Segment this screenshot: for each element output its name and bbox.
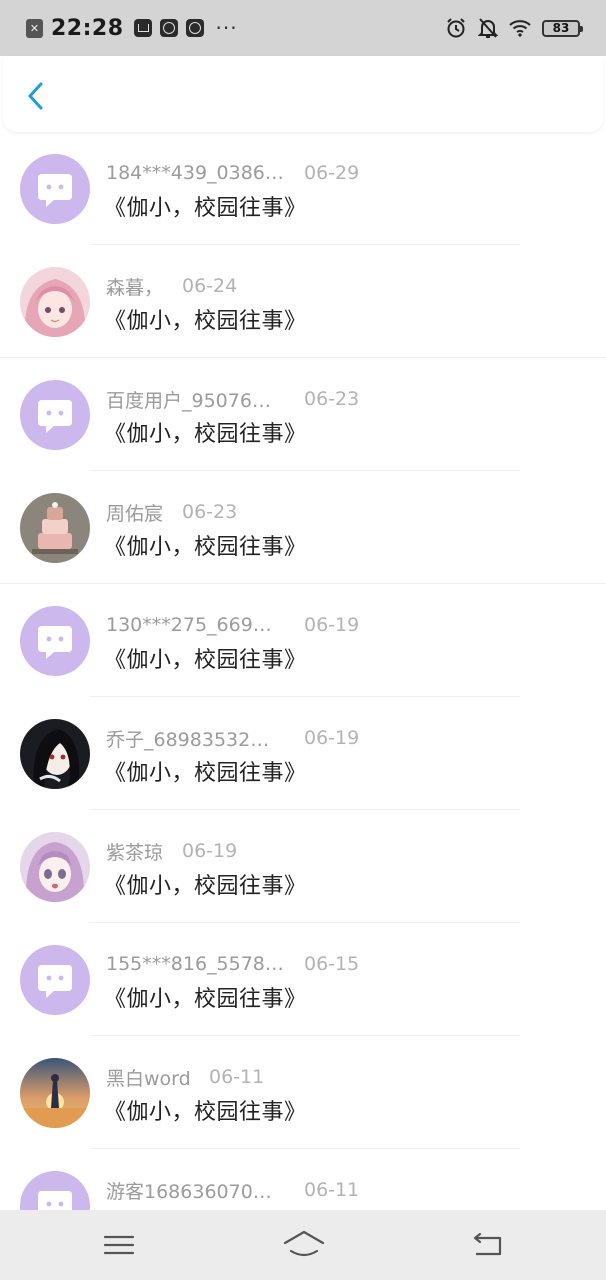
back-icon — [473, 1232, 502, 1256]
message-text: 《伽小，校园往事》 — [104, 761, 307, 786]
item-meta: 周佑宸 06-23 — [106, 499, 237, 525]
list-item[interactable]: 游客168636070… 06-11 — [0, 1149, 606, 1210]
menu-button[interactable] — [99, 1228, 139, 1262]
default-chat-avatar[interactable] — [20, 154, 90, 224]
default-chat-avatar[interactable] — [20, 1171, 90, 1210]
message-text: 《伽小，校园往事》 — [104, 422, 307, 447]
sunset-girl-avatar[interactable] — [20, 1058, 90, 1128]
status-bar: ✕ 22:28 ··· 83 — [0, 0, 606, 56]
menu-icon — [103, 1235, 135, 1255]
message-date: 06-29 — [304, 162, 360, 184]
status-time: 22:28 — [51, 15, 124, 41]
message-text: 《伽小，校园往事》 — [104, 535, 307, 560]
qq-icon — [185, 19, 204, 37]
item-meta: 155***816_5578… 06-15 — [106, 951, 359, 977]
list-item[interactable]: 184***439_0386… 06-29 《伽小，校园往事》 — [0, 132, 606, 245]
username[interactable]: 184***439_0386… — [106, 162, 304, 184]
system-nav-bar — [0, 1210, 606, 1280]
username[interactable]: 周佑宸 — [106, 499, 182, 526]
default-chat-avatar[interactable] — [20, 945, 90, 1015]
username[interactable]: 130***275_669… — [106, 614, 304, 636]
item-meta: 乔子_68983532… 06-19 — [106, 725, 359, 751]
status-bar-left: ✕ 22:28 ··· — [26, 14, 238, 42]
item-meta: 森暮， 06-24 — [106, 273, 237, 299]
default-chat-avatar[interactable] — [20, 606, 90, 676]
status-bar-right: 83 — [445, 14, 583, 42]
list-item[interactable]: 百度用户_95076… 06-23 《伽小，校园往事》 — [0, 358, 606, 471]
message-date: 06-19 — [304, 727, 360, 749]
username[interactable]: 紫茶琼 — [106, 838, 182, 865]
item-meta: 百度用户_95076… 06-23 — [106, 386, 359, 412]
username[interactable]: 森暮， — [106, 273, 182, 300]
message-list: 184***439_0386… 06-29 《伽小，校园往事》 森暮， 06-2… — [0, 132, 606, 1210]
username[interactable]: 乔子_68983532… — [106, 725, 304, 752]
home-button[interactable] — [282, 1228, 325, 1262]
message-date: 06-11 — [209, 1066, 265, 1088]
top-header — [3, 56, 603, 132]
username[interactable]: 百度用户_95076… — [106, 386, 304, 413]
home-icon — [283, 1230, 325, 1257]
message-text: 《伽小，校园往事》 — [104, 1100, 307, 1125]
back-nav-button[interactable] — [468, 1228, 508, 1262]
username[interactable]: 155***816_5578… — [106, 953, 304, 975]
anime-pink-hair-avatar[interactable] — [20, 267, 90, 337]
anime-dark-hair-avatar[interactable] — [20, 719, 90, 789]
message-date: 06-19 — [304, 614, 360, 636]
qq-icon — [159, 19, 178, 37]
list-item[interactable]: 黑白word 06-11 《伽小，校园往事》 — [0, 1036, 606, 1149]
list-item[interactable]: 130***275_669… 06-19 《伽小，校园往事》 — [0, 584, 606, 697]
message-text: 《伽小，校园往事》 — [104, 196, 307, 221]
username[interactable]: 黑白word — [106, 1064, 209, 1091]
anime-purple-hair-avatar[interactable] — [20, 832, 90, 902]
more-dots-icon: ··· — [215, 16, 238, 40]
list-item[interactable]: 森暮， 06-24 《伽小，校园往事》 — [0, 245, 606, 358]
message-date: 06-23 — [182, 501, 238, 523]
list-item[interactable]: 乔子_68983532… 06-19 《伽小，校园往事》 — [0, 697, 606, 810]
battery-icon: 83 — [542, 19, 583, 37]
item-meta: 184***439_0386… 06-29 — [106, 160, 359, 186]
item-meta: 黑白word 06-11 — [106, 1064, 264, 1090]
default-chat-avatar[interactable] — [20, 380, 90, 450]
item-meta: 130***275_669… 06-19 — [106, 612, 359, 638]
username[interactable]: 游客168636070… — [106, 1177, 304, 1204]
message-text: 《伽小，校园往事》 — [104, 987, 307, 1012]
item-meta: 紫茶琼 06-19 — [106, 838, 237, 864]
message-date: 06-23 — [304, 388, 360, 410]
list-item[interactable]: 紫茶琼 06-19 《伽小，校园往事》 — [0, 810, 606, 923]
back-button[interactable] — [21, 78, 51, 114]
mail-icon — [133, 19, 152, 37]
list-item[interactable]: 周佑宸 06-23 《伽小，校园往事》 — [0, 471, 606, 584]
wifi-icon — [509, 19, 531, 37]
close-box-icon: ✕ — [26, 18, 43, 38]
message-text: 《伽小，校园往事》 — [104, 874, 307, 899]
alarm-icon — [445, 17, 467, 39]
mute-bell-icon — [478, 17, 498, 39]
item-meta: 游客168636070… 06-11 — [106, 1177, 359, 1203]
message-date: 06-11 — [304, 1179, 360, 1201]
chevron-left-icon — [28, 82, 43, 110]
message-text: 《伽小，校园往事》 — [104, 309, 307, 334]
list-item[interactable]: 155***816_5578… 06-15 《伽小，校园往事》 — [0, 923, 606, 1036]
message-date: 06-24 — [182, 275, 238, 297]
message-text: 《伽小，校园往事》 — [104, 648, 307, 673]
message-date: 06-19 — [182, 840, 238, 862]
message-date: 06-15 — [304, 953, 360, 975]
cake-photo-avatar[interactable] — [20, 493, 90, 563]
